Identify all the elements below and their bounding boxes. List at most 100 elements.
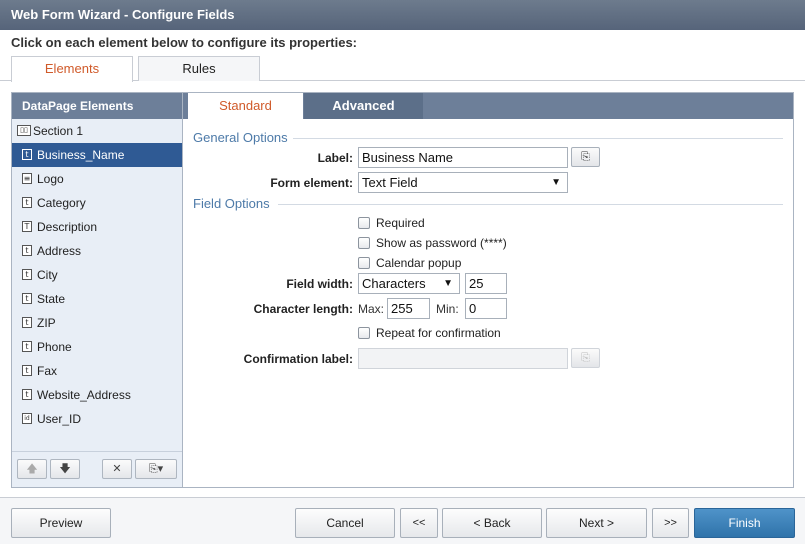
text-field-icon: t bbox=[22, 269, 32, 280]
required-label: Required bbox=[376, 216, 425, 230]
min-length-input[interactable]: 0 bbox=[465, 298, 507, 319]
tree-item-user-id[interactable]: id User_ID bbox=[12, 407, 182, 431]
tab-advanced[interactable]: Advanced bbox=[304, 93, 423, 119]
tab-standard[interactable]: Standard bbox=[188, 93, 303, 119]
tree-item-section-1[interactable]: ▯▯ Section 1 bbox=[12, 119, 182, 143]
tree-item-label: Logo bbox=[37, 172, 64, 186]
tree-item-description[interactable]: T Description bbox=[12, 215, 182, 239]
field-width-caption: Field width: bbox=[286, 277, 353, 291]
field-width-unit-select[interactable]: Characters ▼ bbox=[358, 273, 460, 294]
arrow-up-icon: 🡅 bbox=[26, 463, 38, 475]
tab-rules[interactable]: Rules bbox=[138, 56, 260, 81]
tree-item-business-name[interactable]: t Business_Name bbox=[12, 143, 182, 167]
tree-item-state[interactable]: t State bbox=[12, 287, 182, 311]
tree-item-address[interactable]: t Address bbox=[12, 239, 182, 263]
tree-item-label: State bbox=[37, 292, 66, 306]
id-field-icon: id bbox=[22, 413, 32, 424]
tab-elements[interactable]: Elements bbox=[11, 56, 133, 82]
sidebar-toolbar: 🡅 🡇 ✕ ⎘▾ bbox=[12, 451, 182, 487]
tree-item-label: ZIP bbox=[37, 316, 56, 330]
next-button[interactable]: Next > bbox=[546, 508, 647, 538]
tree-item-category[interactable]: t Category bbox=[12, 191, 182, 215]
chevron-down-icon: ▼ bbox=[551, 177, 561, 188]
close-icon: ✕ bbox=[112, 463, 122, 475]
tree-item-label: Section 1 bbox=[33, 124, 84, 138]
min-caption: Min: bbox=[436, 302, 459, 316]
tree-item-website-address[interactable]: t Website_Address bbox=[12, 383, 182, 407]
property-tab-bar: Standard Advanced bbox=[183, 93, 793, 119]
delete-element-button[interactable]: ✕ bbox=[102, 459, 132, 479]
character-length-caption: Character length: bbox=[253, 302, 353, 316]
show-as-password-checkbox[interactable] bbox=[358, 237, 370, 249]
chevron-down-icon: ▼ bbox=[443, 278, 453, 289]
insert-datafield-icon: ⎘ bbox=[581, 352, 590, 364]
insert-datafield-button[interactable]: ⎘ bbox=[571, 147, 600, 167]
cancel-button[interactable]: Cancel bbox=[295, 508, 395, 538]
repeat-confirmation-label: Repeat for confirmation bbox=[376, 326, 501, 340]
tree-item-label: Business_Name bbox=[37, 148, 125, 162]
tree-item-zip[interactable]: t ZIP bbox=[12, 311, 182, 335]
tree-item-label: Website_Address bbox=[37, 388, 131, 402]
required-checkbox[interactable] bbox=[358, 217, 370, 229]
field-options-title: Field Options bbox=[193, 196, 270, 211]
tree-item-phone[interactable]: t Phone bbox=[12, 335, 182, 359]
section-icon: ▯▯ bbox=[17, 125, 31, 136]
tree-item-label: Fax bbox=[37, 364, 58, 378]
confirmation-insert-datafield-button[interactable]: ⎘ bbox=[571, 348, 600, 368]
text-field-icon: t bbox=[22, 149, 32, 160]
tree-item-label: Description bbox=[37, 220, 98, 234]
text-field-icon: t bbox=[22, 365, 32, 376]
tree-item-label: Address bbox=[37, 244, 82, 258]
section-divider bbox=[278, 204, 783, 205]
confirmation-label-input[interactable] bbox=[358, 348, 568, 369]
tree-item-fax[interactable]: t Fax bbox=[12, 359, 182, 383]
label-input[interactable]: Business Name bbox=[358, 147, 568, 168]
label-caption: Label: bbox=[317, 151, 353, 165]
sidebar-header: DataPage Elements bbox=[12, 93, 182, 119]
finish-button[interactable]: Finish bbox=[694, 508, 795, 538]
text-field-icon: t bbox=[22, 245, 32, 256]
tree-item-label: Category bbox=[37, 196, 86, 210]
move-up-button[interactable]: 🡅 bbox=[17, 459, 47, 479]
window-title: Web Form Wizard - Configure Fields bbox=[0, 0, 805, 30]
text-field-icon: t bbox=[22, 293, 32, 304]
repeat-confirmation-checkbox[interactable] bbox=[358, 327, 370, 339]
last-step-button[interactable]: >> bbox=[652, 508, 689, 538]
first-step-button[interactable]: << bbox=[400, 508, 438, 538]
tree-item-logo[interactable]: ≡ Logo bbox=[12, 167, 182, 191]
insert-icon: ⎘▾ bbox=[148, 463, 164, 475]
form-element-value: Text Field bbox=[362, 175, 418, 190]
text-field-icon: t bbox=[22, 389, 32, 400]
calendar-popup-label: Calendar popup bbox=[376, 256, 462, 270]
text-field-icon: t bbox=[22, 317, 32, 328]
top-tab-bar: Elements Rules bbox=[0, 56, 805, 82]
tree-item-label: Phone bbox=[37, 340, 72, 354]
insert-element-dropdown[interactable]: ⎘▾ bbox=[135, 459, 177, 479]
instruction-text: Click on each element below to configure… bbox=[11, 35, 358, 50]
back-button[interactable]: < Back bbox=[442, 508, 542, 538]
image-field-icon: ≡ bbox=[22, 173, 32, 184]
wizard-footer: Preview Cancel << < Back Next > >> Finis… bbox=[0, 497, 805, 544]
show-as-password-label: Show as password (****) bbox=[376, 236, 507, 250]
move-down-button[interactable]: 🡇 bbox=[50, 459, 80, 479]
form-element-caption: Form element: bbox=[270, 176, 353, 190]
confirmation-label-caption: Confirmation label: bbox=[243, 352, 353, 366]
properties-panel: Standard Advanced General Options Label:… bbox=[183, 92, 794, 488]
text-field-icon: t bbox=[22, 197, 32, 208]
section-divider bbox=[293, 138, 783, 139]
general-options-title: General Options bbox=[193, 130, 288, 145]
field-width-unit-value: Characters bbox=[362, 276, 426, 291]
tree-item-label: City bbox=[37, 268, 58, 282]
tree-item-city[interactable]: t City bbox=[12, 263, 182, 287]
calendar-popup-checkbox[interactable] bbox=[358, 257, 370, 269]
preview-button[interactable]: Preview bbox=[11, 508, 111, 538]
text-field-icon: t bbox=[22, 341, 32, 352]
arrow-down-icon: 🡇 bbox=[59, 463, 71, 475]
field-width-input[interactable]: 25 bbox=[465, 273, 507, 294]
max-caption: Max: bbox=[358, 302, 385, 316]
form-element-select[interactable]: Text Field ▼ bbox=[358, 172, 568, 193]
max-length-input[interactable]: 255 bbox=[387, 298, 430, 319]
tree-item-label: User_ID bbox=[37, 412, 82, 426]
datapage-elements-panel: DataPage Elements ▯▯ Section 1 t Busines… bbox=[11, 92, 183, 488]
insert-datafield-icon: ⎘ bbox=[581, 151, 590, 163]
